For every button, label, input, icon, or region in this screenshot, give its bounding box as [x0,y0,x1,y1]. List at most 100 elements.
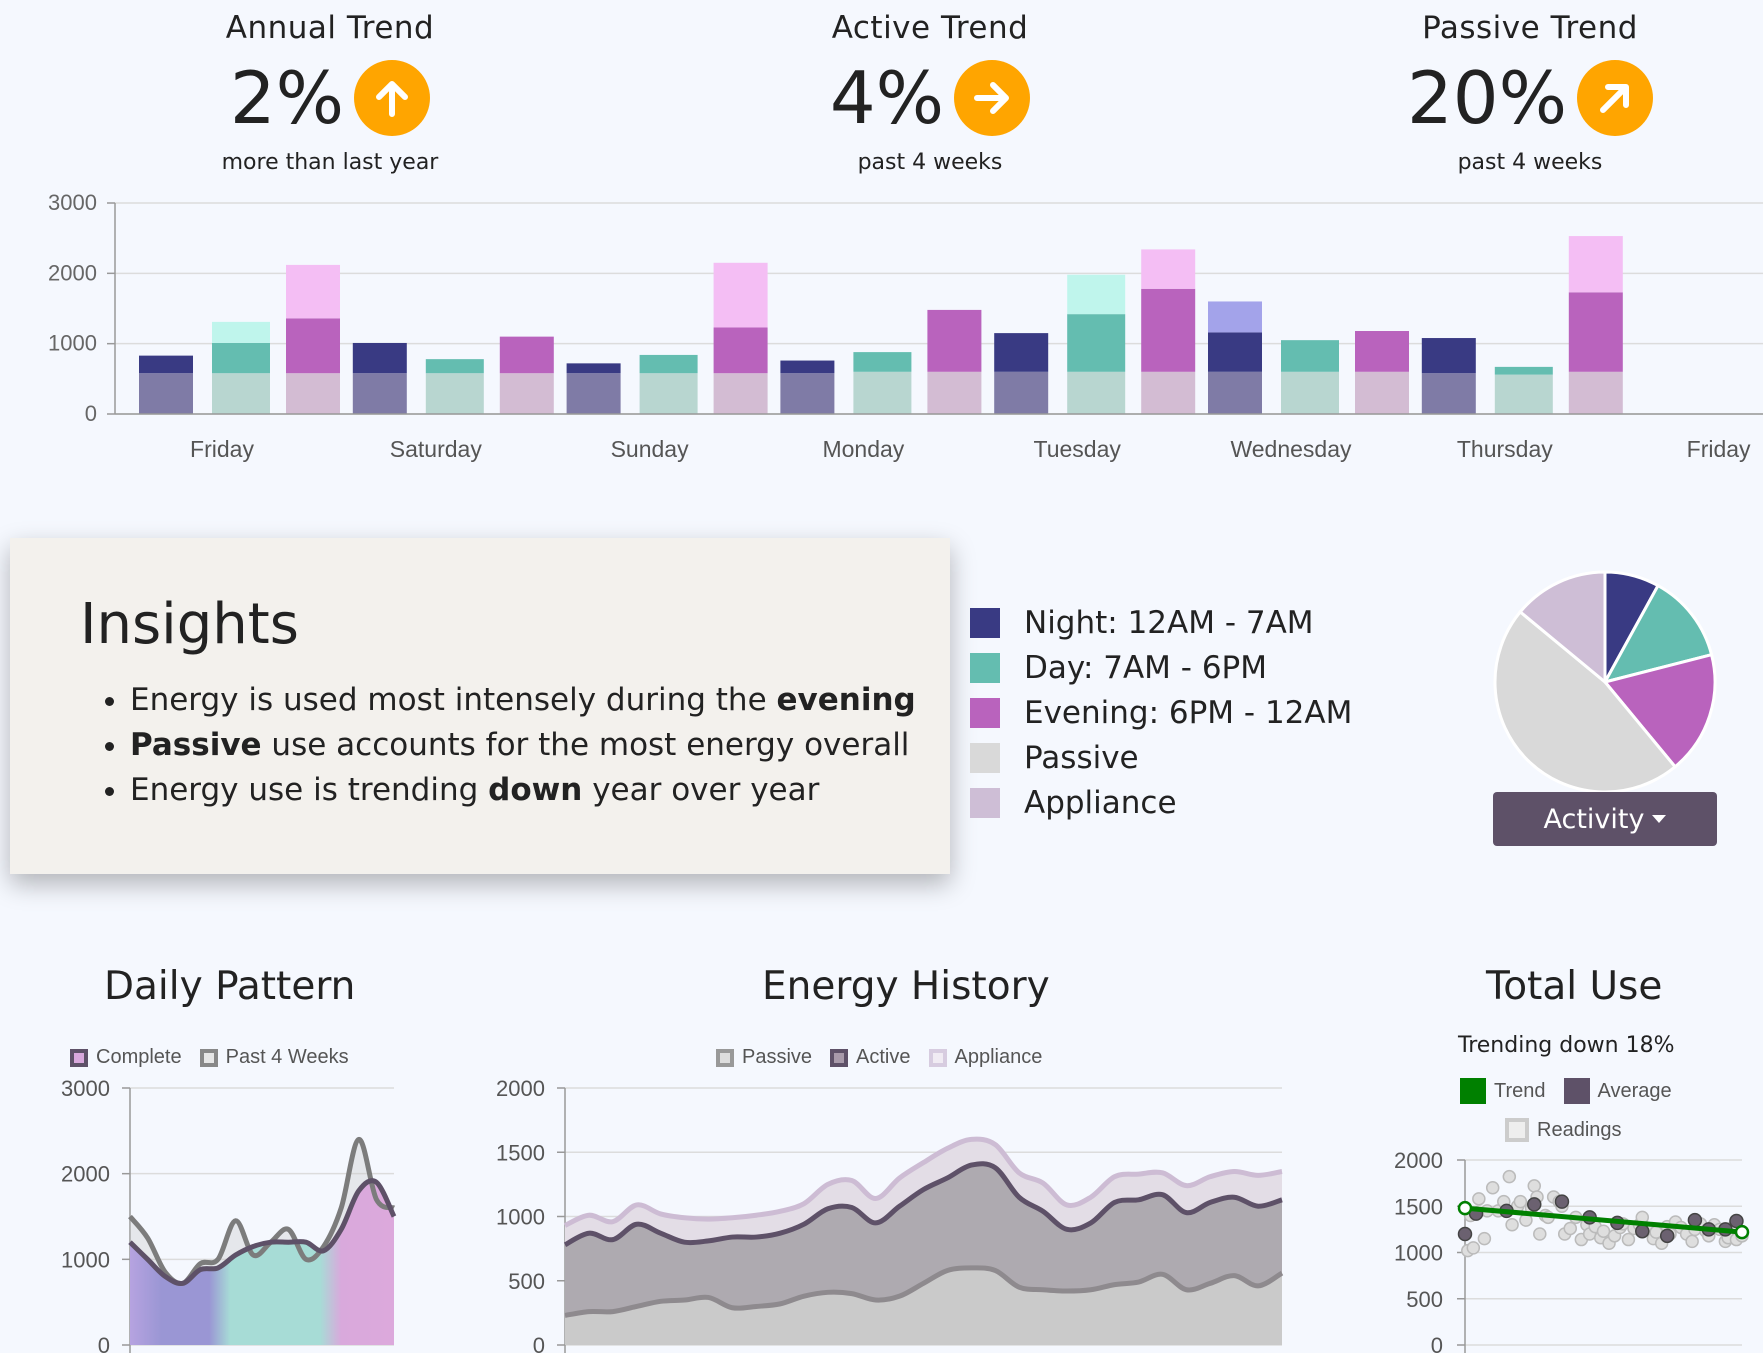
legend-swatch[interactable] [70,1048,88,1067]
energy-history-title: Energy History [762,964,1050,1009]
energy-history-chart: 0 500 1000 1500 2000 [496,1076,1284,1353]
arrow-up-icon [354,60,431,136]
bar-base [780,373,835,414]
arrow-up-right-icon [1577,60,1654,136]
legend-item-day: Day: 7AM - 6PM [970,645,1352,690]
x-tick-label: Monday [822,436,904,462]
bar-base [566,373,621,414]
legend-swatch[interactable] [716,1048,734,1067]
bar-evening [1141,288,1196,372]
bar-night [1208,332,1262,372]
bar-night [352,342,407,374]
y-tick-label: 3000 [48,190,97,215]
activity-pie-chart [1493,570,1717,794]
reading-point [1472,1192,1486,1206]
bar-night [780,360,835,374]
bar-day [212,342,270,374]
bar-base [639,373,698,414]
bar-day [1281,340,1339,372]
y-tick-label: 0 [1431,1333,1443,1353]
reading-point [1505,1218,1519,1232]
bar-day [1067,314,1126,372]
bar-evening [1568,292,1623,372]
kpi-title: Active Trend [831,10,1029,46]
y-tick-label: 0 [98,1333,110,1353]
reading-point [1466,1241,1481,1255]
legend-swatch[interactable] [199,1048,218,1067]
bar-day [425,359,484,374]
bar-base [927,371,982,414]
bar-extra [1568,236,1623,293]
kpi-subtitle: past 4 weeks [1457,150,1603,175]
insights-list: Energy is used most intensely during the… [80,678,916,813]
kpi-value: 20% [1406,56,1568,140]
bar-base [212,373,270,414]
bar-base [994,371,1049,414]
y-tick-label: 3000 [61,1076,110,1101]
total-use-chart: 0 500 1000 1500 2000 [1394,1148,1750,1353]
legend-swatch[interactable] [830,1048,849,1067]
kpi-passive: Passive Trend 20% past 4 weeks [1320,10,1740,175]
bar-base [499,373,554,414]
bar-base [1494,374,1553,414]
y-tick-label: 0 [533,1333,545,1353]
arrow-right-icon [954,60,1031,136]
legend-swatch[interactable] [928,1048,947,1067]
daily-pattern-chart: 0 1000 2000 3000 [61,1076,397,1353]
average-point [1635,1223,1650,1239]
average-point [1687,1212,1703,1228]
bar-base [1568,371,1623,414]
total-use-title: Total Use [1486,964,1663,1009]
insights-title: Insights [80,592,299,657]
kpi-title: Annual Trend [225,10,435,46]
kpi-active: Active Trend 4% past 4 weeks [720,10,1140,175]
activity-dropdown-button[interactable]: Activity [1493,792,1717,846]
bar-base [713,373,768,414]
insight-item: Energy is used most intensely during the… [130,678,916,723]
bar-base [1355,371,1409,414]
x-tick-label: Sunday [611,436,690,462]
bar-base [1141,371,1196,414]
bar-night [139,355,193,374]
y-tick-label: 500 [1406,1287,1443,1312]
x-tick-label: Tuesday [1034,436,1122,462]
reading-point [1513,1194,1528,1209]
y-tick-label: 1000 [61,1247,110,1272]
bar-night [566,363,621,374]
kpi-subtitle: more than last year [221,150,439,175]
bar-evening [927,309,982,372]
y-tick-label: 2000 [48,260,97,285]
complete-area [130,1180,394,1345]
insight-item: Energy use is trending down year over ye… [130,768,916,813]
bar-extra [1208,301,1262,333]
x-tick-label: Friday [1687,436,1751,462]
bar-base [1067,371,1126,414]
bar-extra [286,264,340,319]
y-tick-label: 2000 [1394,1148,1443,1173]
legend-swatch[interactable] [1505,1118,1529,1142]
bar-day [639,354,698,374]
daily-pattern-legend: Complete Past 4 Weeks [70,1046,349,1069]
y-tick-label: 1000 [496,1205,545,1230]
legend-item-appliance: Appliance [970,780,1352,825]
bar-base [1281,371,1339,414]
x-tick-label: Wednesday [1230,436,1352,462]
kpi-value: 4% [829,56,945,140]
daily-pattern-title: Daily Pattern [104,964,356,1009]
x-tick-label: Friday [190,436,254,462]
reading-point [1685,1234,1699,1249]
legend-swatch[interactable] [1460,1078,1486,1104]
reading-point [1563,1221,1578,1236]
reading-point [1533,1227,1547,1241]
y-tick-label: 0 [85,401,97,426]
legend-swatch[interactable] [1563,1078,1590,1104]
legend-item-passive: Passive [970,735,1352,780]
kpi-value: 2% [229,56,345,140]
average-point [1457,1226,1473,1242]
insight-item: Passive use accounts for the most energy… [130,723,916,768]
period-legend: Night: 12AM - 7AM Day: 7AM - 6PM Evening… [970,600,1352,825]
bar-day [853,352,912,372]
reading-point [1527,1179,1541,1193]
average-point [1554,1194,1570,1209]
y-tick-label: 2000 [61,1162,110,1187]
